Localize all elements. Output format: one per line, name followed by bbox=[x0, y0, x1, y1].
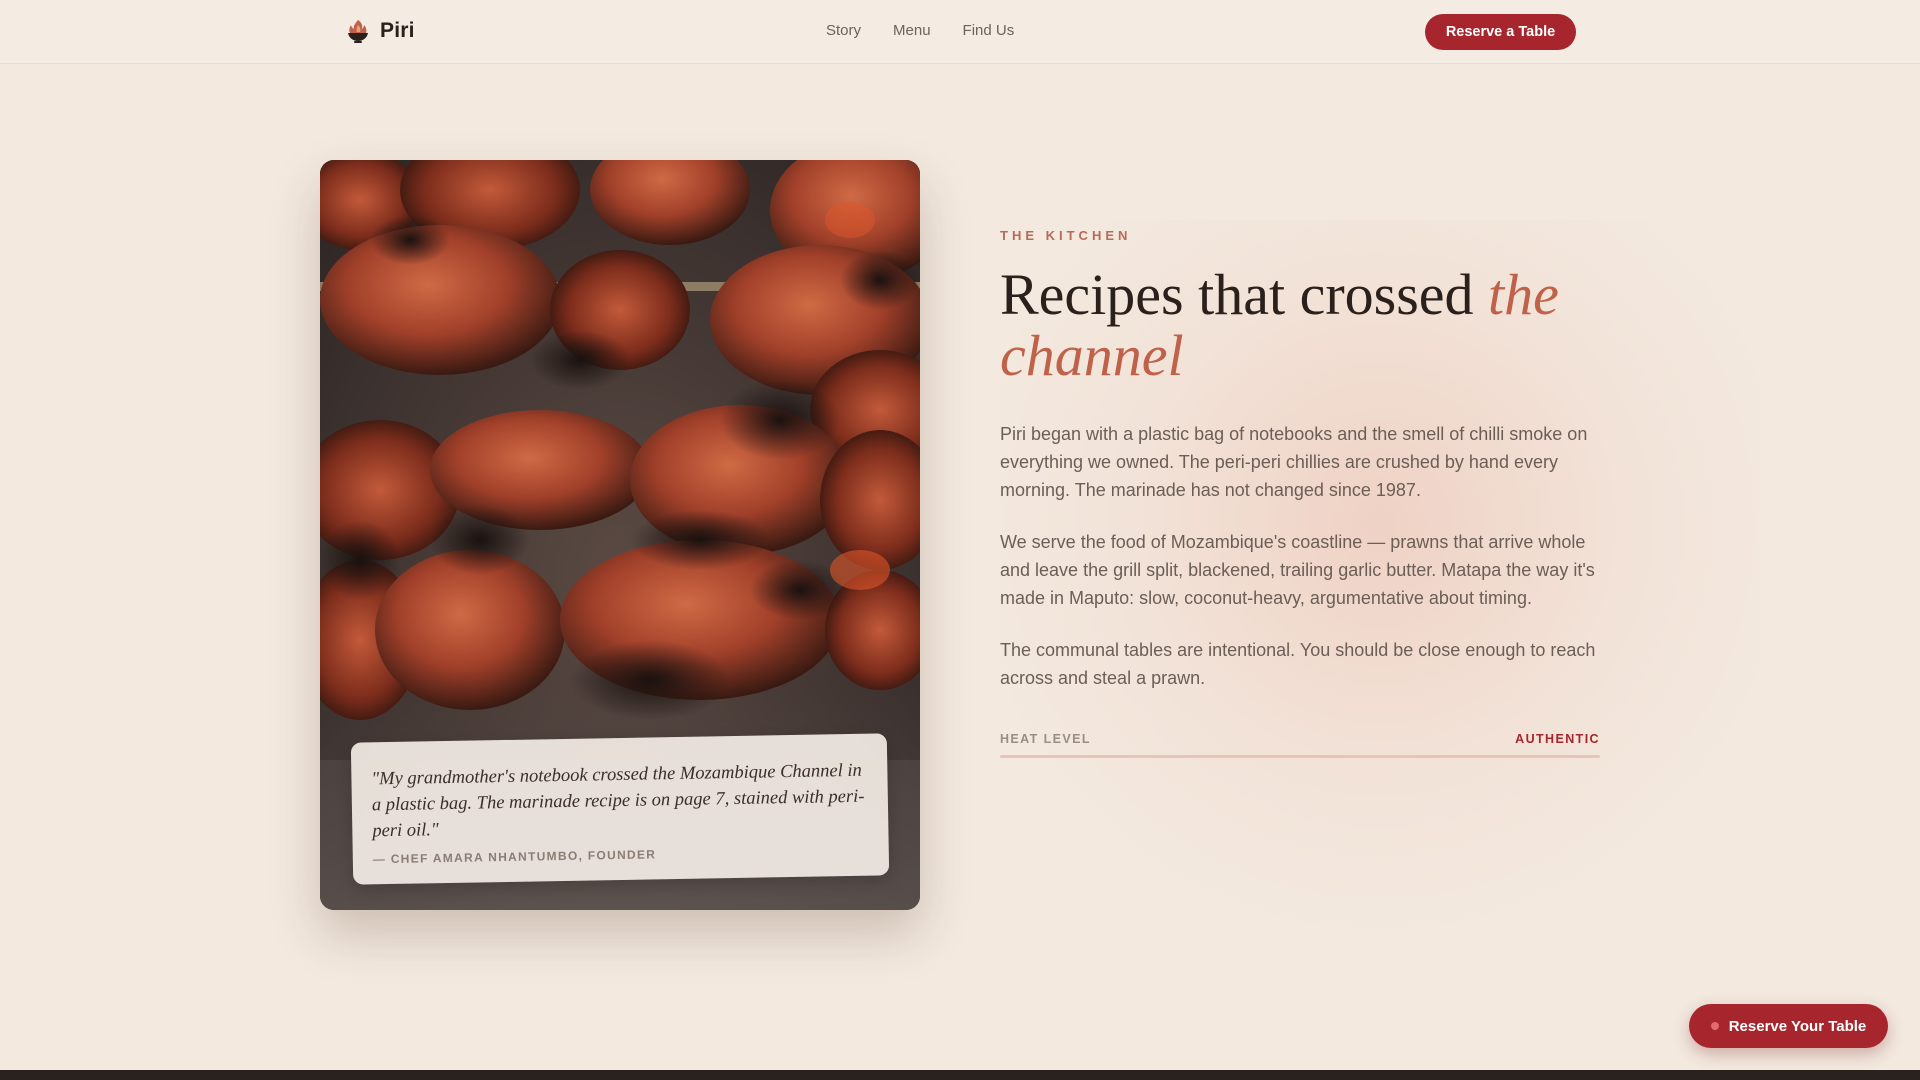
story-paragraph-3: The communal tables are intentional. You… bbox=[1000, 640, 1596, 688]
section-headline: Recipes that crossed the channel bbox=[1000, 264, 1620, 386]
floating-reserve-label: Reserve Your Table bbox=[1728, 1017, 1867, 1035]
headline-plain: Recipes that crossed bbox=[1000, 262, 1489, 327]
story-paragraph-2: We serve the food of Mozambique's coastl… bbox=[1000, 532, 1595, 608]
footer-edge bbox=[0, 1070, 1920, 1080]
nav-link-find-us[interactable]: Find Us bbox=[963, 22, 1015, 39]
brand-name: Piri bbox=[380, 19, 415, 42]
quote-author: — CHEF AMARA NHANTUMBO, FOUNDER bbox=[372, 847, 657, 867]
heat-level-meter: HEAT LEVEL AUTHENTIC bbox=[1000, 732, 1600, 758]
reserve-table-button[interactable]: Reserve a Table bbox=[1425, 14, 1576, 50]
story-paragraph-1: Piri began with a plastic bag of noteboo… bbox=[1000, 424, 1588, 500]
heat-level-track bbox=[1000, 755, 1600, 758]
heat-level-label: HEAT LEVEL bbox=[1000, 732, 1091, 746]
status-dot-icon bbox=[1710, 1022, 1719, 1030]
chef-quote-card: "My grandmother's notebook crossed the M… bbox=[350, 733, 890, 885]
nav-link-menu[interactable]: Menu bbox=[893, 22, 931, 39]
chef-quote: "My grandmother's notebook crossed the M… bbox=[371, 760, 865, 842]
brand-logo[interactable]: Piri bbox=[346, 18, 415, 44]
section-eyebrow: THE KITCHEN bbox=[1000, 228, 1132, 243]
kitchen-photo-card: "My grandmother's notebook crossed the M… bbox=[320, 160, 920, 910]
heat-level-fill bbox=[1000, 755, 1600, 758]
main-nav: Story Menu Find Us bbox=[826, 22, 1014, 39]
site-header: Piri Story Menu Find Us Reserve a Table bbox=[0, 0, 1920, 64]
heat-level-value: AUTHENTIC bbox=[1515, 732, 1600, 746]
floating-reserve-button[interactable]: Reserve Your Table bbox=[1689, 1004, 1888, 1048]
nav-link-story[interactable]: Story bbox=[826, 22, 861, 39]
flame-bowl-icon bbox=[346, 18, 370, 44]
